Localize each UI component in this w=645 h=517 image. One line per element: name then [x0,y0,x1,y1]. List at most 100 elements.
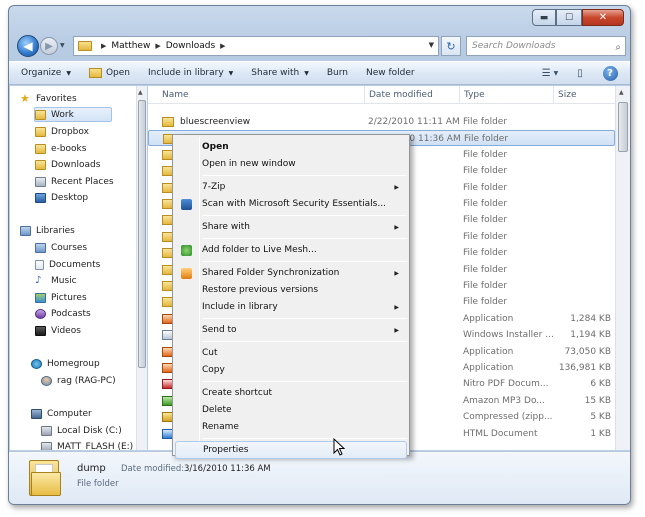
context-menu-item-open[interactable]: Open [175,138,407,156]
share-with-button[interactable]: Share with ▼ [251,68,309,78]
back-button[interactable]: ◀ [17,35,39,57]
nav-item-label: Courses [51,242,88,253]
nav-libraries[interactable]: Libraries [20,223,75,238]
file-size [553,294,611,310]
nav-item-videos[interactable]: Videos [35,323,81,338]
file-size: 5 KB [590,412,611,423]
search-icon[interactable]: ⌕ [615,39,621,57]
open-button[interactable]: Open [88,68,130,78]
file-scroll-thumb[interactable] [618,102,628,152]
search-input[interactable]: Search Downloads ⌕ [466,36,626,56]
nav-item-local-disk[interactable]: Local Disk (C:) [41,423,122,438]
context-menu-item-copy[interactable]: Copy [175,361,407,379]
file-type: Windows Installer ... [463,330,554,341]
forward-button[interactable]: ▶ [40,37,58,55]
chevron-down-icon: ▼ [304,69,309,77]
file-type: Amazon MP3 Do... [463,395,545,406]
nav-scroll-thumb[interactable] [138,100,146,368]
breadcrumb-downloads[interactable]: Downloads [166,41,215,51]
file-list-scrollbar[interactable]: ▲ [615,86,630,450]
close-button[interactable]: ✕ [582,9,624,26]
file-type: Application [463,313,514,324]
breadcrumb-matthew[interactable]: Matthew [111,41,150,51]
nav-item-podcasts[interactable]: Podcasts [35,306,91,321]
context-menu-item-scan-with-microsoft-security-essentials[interactable]: Scan with Microsoft Security Essentials.… [175,195,407,213]
context-menu-item-create-shortcut[interactable]: Create shortcut [175,384,407,402]
nav-favorites[interactable]: ★ Favorites [20,91,77,106]
nav-item-music[interactable]: ♪ Music [35,273,77,288]
context-menu-item-add-folder-to-live-mesh[interactable]: Add folder to Live Mesh... [175,241,407,259]
column-header-date[interactable]: Date modified [364,86,459,104]
documents-icon [35,259,44,270]
nav-item-downloads[interactable]: Downloads [35,157,100,172]
context-menu-item-7-zip[interactable]: 7-Zip ▶ [175,178,407,196]
scroll-up-icon[interactable]: ▲ [138,89,143,96]
homegroup-icon [31,358,42,369]
scroll-up-icon[interactable]: ▲ [619,89,624,96]
address-dropdown-icon[interactable]: ▼ [429,41,434,49]
minimize-button[interactable]: ▬ [532,9,556,26]
context-menu-label: Open in new window [202,159,296,169]
context-menu-item-delete[interactable]: Delete [175,401,407,419]
file-size: 73,050 KB [564,346,611,357]
view-options-icon[interactable]: ☰ ▼ [540,65,560,82]
maximize-button[interactable]: ☐ [556,9,582,26]
nav-item-e-books[interactable]: e-books [35,141,86,156]
nav-homegroup[interactable]: Homegroup [31,356,100,371]
details-date-value: 3/16/2010 11:36 AM [184,464,271,474]
new-folder-button[interactable]: New folder [366,68,415,78]
context-menu-item-rename[interactable]: Rename [175,418,407,436]
nav-item-label: Podcasts [51,308,91,319]
context-menu-item-restore-previous-versions[interactable]: Restore previous versions [175,281,407,299]
preview-pane-icon[interactable]: ▯ [570,65,590,82]
context-menu-item-send-to[interactable]: Send to ▶ [175,321,407,339]
nav-item-label: MATT_FLASH (E:) [57,441,134,451]
context-menu-separator [202,238,407,239]
context-menu-separator [202,381,407,382]
address-bar[interactable]: ▶ Matthew ▶ Downloads ▶ ▼ [73,36,439,56]
context-menu-item-properties[interactable]: Properties [175,441,407,459]
submenu-arrow-icon: ▶ [394,303,399,311]
column-header-name[interactable]: Name [158,86,368,104]
nav-computer[interactable]: Computer [31,406,92,421]
recent-pages-chevron-icon[interactable]: ▼ [60,42,65,49]
burn-button[interactable]: Burn [327,68,348,78]
file-type: File folder [463,199,508,209]
nav-item-rag-pc[interactable]: rag (RAG-PC) [41,373,116,388]
nav-item-courses[interactable]: Courses [35,240,87,255]
context-menu-label: Send to [202,325,237,335]
burn-label: Burn [326,68,348,78]
nav-item-desktop[interactable]: Desktop [35,190,88,205]
nav-item-label: Recent Places [51,176,114,187]
nav-item-documents[interactable]: Documents [35,257,100,272]
navigation-pane: ★ Favorites Work Dropbox e-books Download… [10,86,136,450]
context-menu-item-share-with[interactable]: Share with ▶ [175,218,407,236]
file-size [553,147,611,163]
context-menu-item-open-in-new-window[interactable]: Open in new window [175,155,407,173]
refresh-button[interactable]: ↻ [441,36,461,56]
nav-item-label: Dropbox [51,126,89,137]
column-header-type[interactable]: Type [459,86,553,104]
live-mesh-icon [181,245,192,256]
context-menu-item-shared-folder-synchronization[interactable]: Shared Folder Synchronization ▶ [175,264,407,282]
column-header-size[interactable]: Size [553,86,615,104]
context-menu-label: Scan with Microsoft Security Essentials.… [202,199,386,209]
nav-pane-scrollbar[interactable]: ▲ [136,86,147,450]
nav-item-recent-places[interactable]: Recent Places [35,174,114,189]
organize-button[interactable]: Organize ▼ [21,68,71,78]
nav-item-label: Work [51,109,74,120]
file-size [553,212,611,228]
nav-item-work[interactable]: Work [34,107,112,122]
context-menu: Open Open in new window 7-Zip ▶ Scan with Mi… [172,134,410,459]
context-menu-item-include-in-library[interactable]: Include in library ▶ [175,298,407,316]
nav-item-matt-flash[interactable]: MATT_FLASH (E:) [41,439,133,450]
file-row[interactable]: bluescreenview 2/22/2010 11:11 AM File fol… [148,114,615,130]
help-button[interactable]: ? [600,65,620,82]
context-menu-item-cut[interactable]: Cut [175,344,407,362]
include-in-library-button[interactable]: Include in library ▼ [148,68,233,78]
context-menu-label: Restore previous versions [202,285,319,295]
nav-homegroup-label: Homegroup [47,358,100,369]
nav-item-dropbox[interactable]: Dropbox [35,124,89,139]
chevron-down-icon: ▼ [66,69,71,77]
nav-item-pictures[interactable]: Pictures [35,290,87,305]
